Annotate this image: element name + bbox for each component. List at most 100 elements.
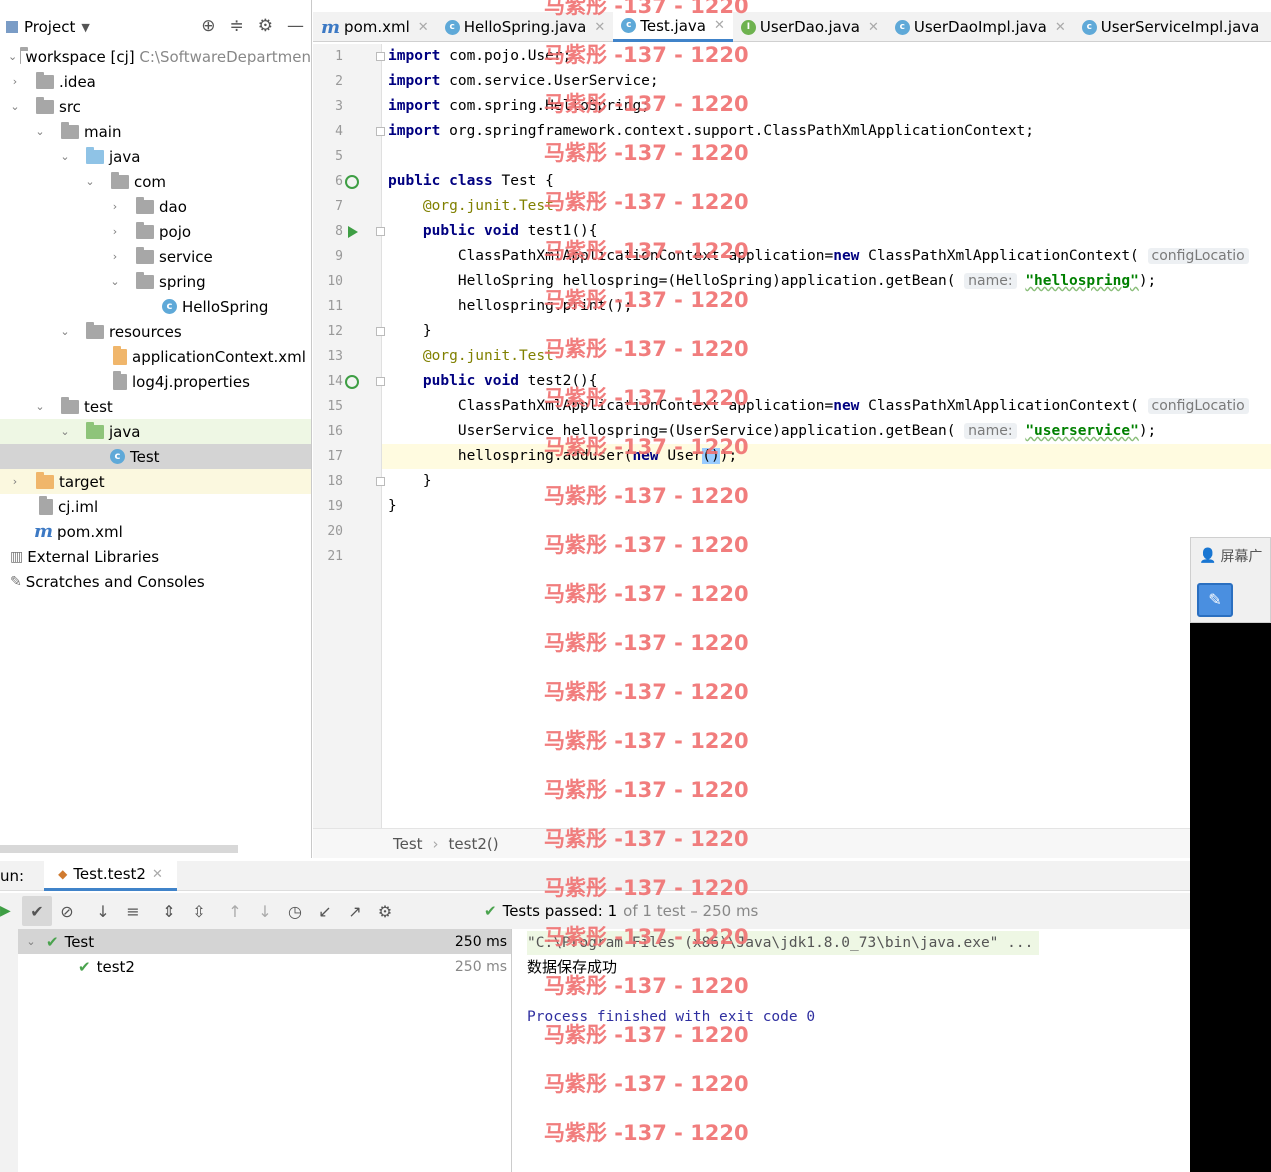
- run-test-icon[interactable]: [348, 226, 358, 238]
- tree-item-service[interactable]: › service: [0, 244, 311, 269]
- close-icon[interactable]: ✕: [418, 20, 429, 35]
- tree-item-idea[interactable]: › .idea: [0, 69, 311, 94]
- passed-check-icon: ✔: [46, 932, 59, 951]
- tree-label: main: [84, 122, 122, 141]
- tab-userdao[interactable]: I UserDao.java ✕: [733, 12, 887, 42]
- console-exit-line: Process finished with exit code 0: [527, 1009, 816, 1025]
- line-number: 2: [335, 74, 343, 89]
- run-test-icon[interactable]: [345, 375, 359, 389]
- gear-icon[interactable]: ⚙: [258, 16, 273, 36]
- code-line: import com.service.UserService;: [388, 73, 659, 89]
- close-icon[interactable]: ✕: [152, 867, 163, 882]
- interface-icon: I: [740, 19, 756, 35]
- pin-button[interactable]: ✎: [1197, 583, 1233, 617]
- tree-item-spring[interactable]: ⌄ spring: [0, 269, 311, 294]
- user-icon: 👤: [1199, 548, 1217, 564]
- tree-label: com: [134, 172, 167, 191]
- tab-pom[interactable]: m pom.xml ✕: [313, 12, 437, 42]
- tree-item-hellospring[interactable]: c HelloSpring: [0, 294, 311, 319]
- fold-marker-icon[interactable]: [376, 477, 385, 486]
- line-number: 11: [327, 299, 343, 314]
- breadcrumb-method[interactable]: test2(): [449, 835, 499, 853]
- tab-userdaoimpl[interactable]: c UserDaoImpl.java ✕: [887, 12, 1074, 42]
- test-time: 250 ms: [454, 958, 507, 975]
- param-hint: name:: [964, 423, 1017, 439]
- run-tab[interactable]: ◆ Test.test2 ✕: [44, 860, 177, 891]
- test-status: Tests passed: 1: [502, 902, 618, 920]
- line-number: 5: [335, 149, 343, 164]
- next-failed-icon[interactable]: ↓: [250, 896, 280, 926]
- test-config-icon: ◆: [58, 867, 68, 881]
- export-icon[interactable]: ↗: [340, 896, 370, 926]
- fold-marker-icon[interactable]: [376, 227, 385, 236]
- rerun-icon[interactable]: ▶: [0, 903, 16, 919]
- class-icon: c: [894, 19, 910, 35]
- show-passed-icon[interactable]: ✔: [22, 896, 52, 926]
- tree-item-workspace[interactable]: ⌄ workspace [cj] C:\SoftwareDepartmen: [0, 44, 311, 69]
- sort-duration-icon[interactable]: ≡: [118, 896, 148, 926]
- tree-item-main[interactable]: ⌄ main: [0, 119, 311, 144]
- tree-label: src: [59, 97, 81, 116]
- class-icon: c: [621, 18, 637, 33]
- gear-icon[interactable]: ⚙: [370, 896, 400, 926]
- tab-test[interactable]: c Test.java ✕: [613, 12, 733, 42]
- scratches-icon: ✎: [10, 573, 22, 590]
- test-row-test2[interactable]: ✔ test2 250 ms: [18, 954, 511, 979]
- expand-all-icon[interactable]: ⇕: [154, 896, 184, 926]
- tree-item-test-java[interactable]: ⌄ java: [0, 419, 311, 444]
- project-scrollbar[interactable]: [0, 845, 238, 853]
- line-number: 9: [335, 249, 343, 264]
- fold-marker-icon[interactable]: [376, 127, 385, 136]
- tree-item-test-class[interactable]: c Test: [0, 444, 311, 469]
- tree-item-test[interactable]: ⌄ test: [0, 394, 311, 419]
- code-line: ClassPathXmlApplicationContext applicati…: [388, 394, 1249, 419]
- tree-item-resources[interactable]: ⌄ resources: [0, 319, 311, 344]
- package-icon: [136, 221, 154, 239]
- tree-item-dao[interactable]: › dao: [0, 194, 311, 219]
- show-ignored-icon[interactable]: ⊘: [52, 896, 82, 926]
- console-command-line: "C:\Program Files (x86)\Java\jdk1.8.0_73…: [527, 931, 1040, 955]
- tree-item-com[interactable]: ⌄ com: [0, 169, 311, 194]
- tree-item-pom[interactable]: m pom.xml: [0, 519, 311, 544]
- run-label: un:: [0, 866, 25, 885]
- history-icon[interactable]: ◷: [280, 896, 310, 926]
- tree-item-cjiml[interactable]: cj.iml: [0, 494, 311, 519]
- locate-icon[interactable]: ⊕: [201, 16, 215, 36]
- collapse-all-icon[interactable]: ⇳: [184, 896, 214, 926]
- console-output[interactable]: "C:\Program Files (x86)\Java\jdk1.8.0_73…: [513, 929, 1190, 1172]
- tree-item-scratches[interactable]: ✎ Scratches and Consoles: [0, 569, 311, 594]
- import-icon[interactable]: ↙: [310, 896, 340, 926]
- tree-item-appcontext[interactable]: applicationContext.xml: [0, 344, 311, 369]
- close-icon[interactable]: ✕: [714, 18, 725, 33]
- tree-item-src[interactable]: ⌄ src: [0, 94, 311, 119]
- tree-item-target[interactable]: › target: [0, 469, 311, 494]
- minimize-icon[interactable]: —: [287, 16, 304, 36]
- project-icon: [6, 21, 18, 33]
- run-panel-header: un: ◆ Test.test2 ✕: [0, 860, 1190, 891]
- line-number: 6: [335, 174, 343, 189]
- run-class-icon[interactable]: [345, 175, 359, 189]
- tree-item-pojo[interactable]: › pojo: [0, 219, 311, 244]
- test-row-root[interactable]: ⌄ ✔ Test 250 ms: [18, 929, 511, 954]
- close-icon[interactable]: ✕: [868, 20, 879, 35]
- breadcrumb-class[interactable]: Test: [393, 835, 423, 853]
- tab-label: UserDaoImpl.java: [913, 18, 1047, 36]
- code-line: @org.junit.Test: [422, 348, 554, 364]
- fold-marker-icon[interactable]: [376, 377, 385, 386]
- close-icon[interactable]: ✕: [594, 20, 605, 35]
- prev-failed-icon[interactable]: ↑: [220, 896, 250, 926]
- fold-marker-icon[interactable]: [376, 327, 385, 336]
- tab-userserviceimpl[interactable]: c UserServiceImpl.java: [1074, 12, 1268, 42]
- collapse-icon[interactable]: ≑: [230, 16, 244, 36]
- iml-file-icon: [39, 495, 53, 515]
- tree-item-external-libraries[interactable]: ▥ External Libraries: [0, 544, 311, 569]
- project-view-selector[interactable]: Project ▼: [4, 18, 90, 36]
- close-icon[interactable]: ✕: [1055, 20, 1066, 35]
- package-icon: [111, 171, 129, 189]
- breadcrumb-separator-icon: ›: [432, 834, 439, 853]
- fold-marker-icon[interactable]: [376, 52, 385, 61]
- sort-alpha-icon[interactable]: ↓: [88, 896, 118, 926]
- tree-item-log4j[interactable]: log4j.properties: [0, 369, 311, 394]
- tree-item-main-java[interactable]: ⌄ java: [0, 144, 311, 169]
- tab-hellospring[interactable]: c HelloSpring.java ✕: [437, 12, 614, 42]
